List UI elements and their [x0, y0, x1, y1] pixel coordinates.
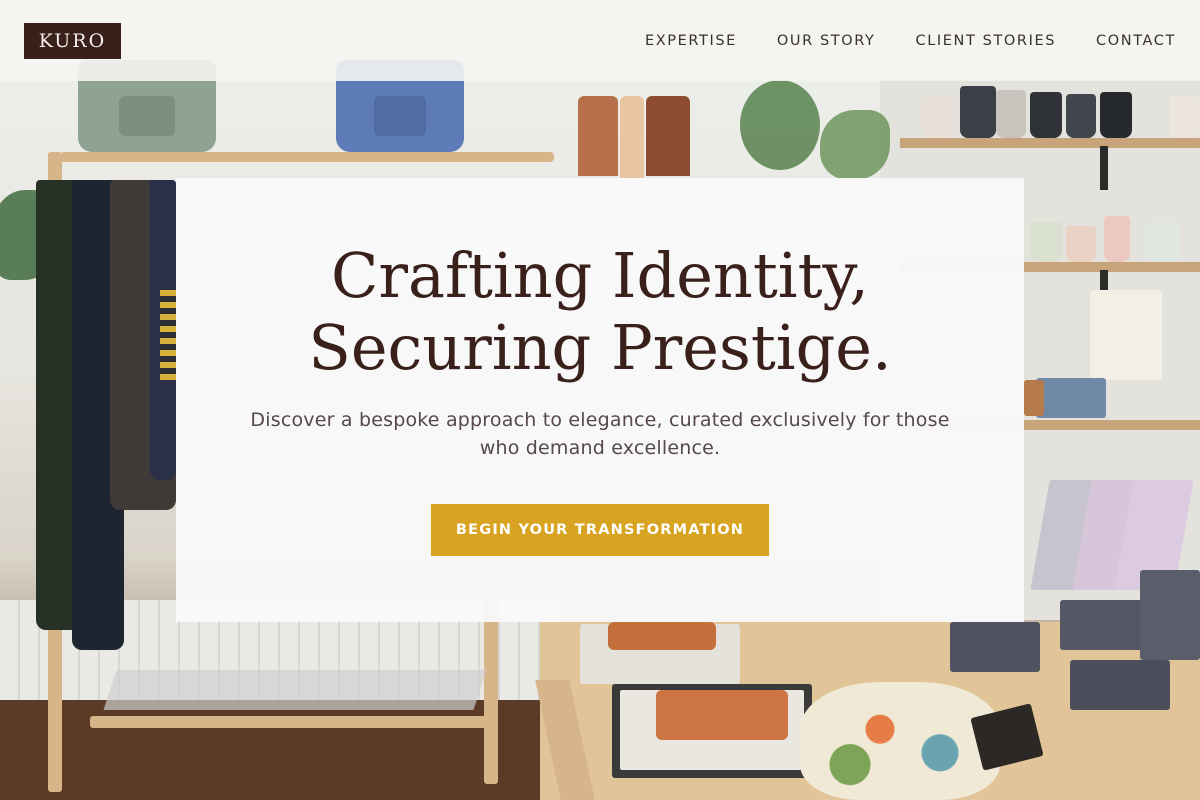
- background-jewelry-box: [950, 622, 1040, 672]
- background-jewelry-box: [1140, 570, 1200, 660]
- nav-link-client-stories[interactable]: CLIENT STORIES: [915, 33, 1056, 49]
- background-plant: [740, 80, 820, 170]
- background-wood-art: [578, 96, 618, 176]
- hero-subtitle-line-1: Discover a bespoke approach to elegance,…: [250, 409, 950, 431]
- background-rail-base: [90, 716, 492, 728]
- background-cup: [1030, 92, 1062, 138]
- begin-transformation-button[interactable]: BEGIN YOUR TRANSFORMATION: [431, 504, 769, 556]
- hero-subtitle: Discover a bespoke approach to elegance,…: [230, 406, 970, 462]
- background-wallet: [1036, 378, 1106, 418]
- background-rail-post: [484, 600, 498, 784]
- background-wallet: [656, 690, 788, 740]
- background-scarf: [160, 290, 176, 380]
- background-cup: [960, 86, 996, 138]
- background-cup: [1100, 92, 1132, 138]
- background-cup: [1066, 94, 1096, 138]
- background-cup: [1066, 226, 1096, 262]
- background-shelf-bracket: [1100, 146, 1108, 190]
- nav-link-our-story[interactable]: OUR STORY: [777, 33, 876, 49]
- background-shelf: [900, 138, 1200, 148]
- hero-title: Crafting Identity, Securing Prestige.: [176, 240, 1024, 384]
- main-nav: EXPERTISE OUR STORY CLIENT STORIES CONTA…: [645, 33, 1176, 49]
- background-cup: [1146, 222, 1180, 262]
- hero-subtitle-line-2: who demand excellence.: [479, 437, 721, 459]
- hero-card: Crafting Identity, Securing Prestige. Di…: [176, 178, 1024, 622]
- background-cup: [1170, 96, 1200, 138]
- background-plant: [820, 110, 890, 180]
- background-cup: [1030, 222, 1062, 262]
- background-rail-sling: [103, 670, 487, 710]
- nav-link-expertise[interactable]: EXPERTISE: [645, 33, 737, 49]
- background-cup: [922, 98, 954, 138]
- background-cup: [996, 90, 1026, 138]
- background-wood-art: [646, 96, 690, 176]
- background-pouch: [800, 682, 1000, 800]
- site-header: KURO EXPERTISE OUR STORY CLIENT STORIES …: [0, 0, 1200, 81]
- background-clothes-rail: [60, 152, 554, 162]
- background-display-board: [1090, 290, 1162, 380]
- background-cup: [1104, 216, 1130, 262]
- background-wallet: [1024, 380, 1044, 416]
- background-wallet: [608, 622, 716, 650]
- background-wood-art: [620, 96, 644, 178]
- brand-logo[interactable]: KURO: [24, 22, 121, 59]
- background-jewelry-box: [1070, 660, 1170, 710]
- hero-title-line-2: Securing Prestige.: [308, 311, 892, 384]
- nav-link-contact[interactable]: CONTACT: [1096, 33, 1176, 49]
- hero-title-line-1: Crafting Identity,: [330, 239, 870, 312]
